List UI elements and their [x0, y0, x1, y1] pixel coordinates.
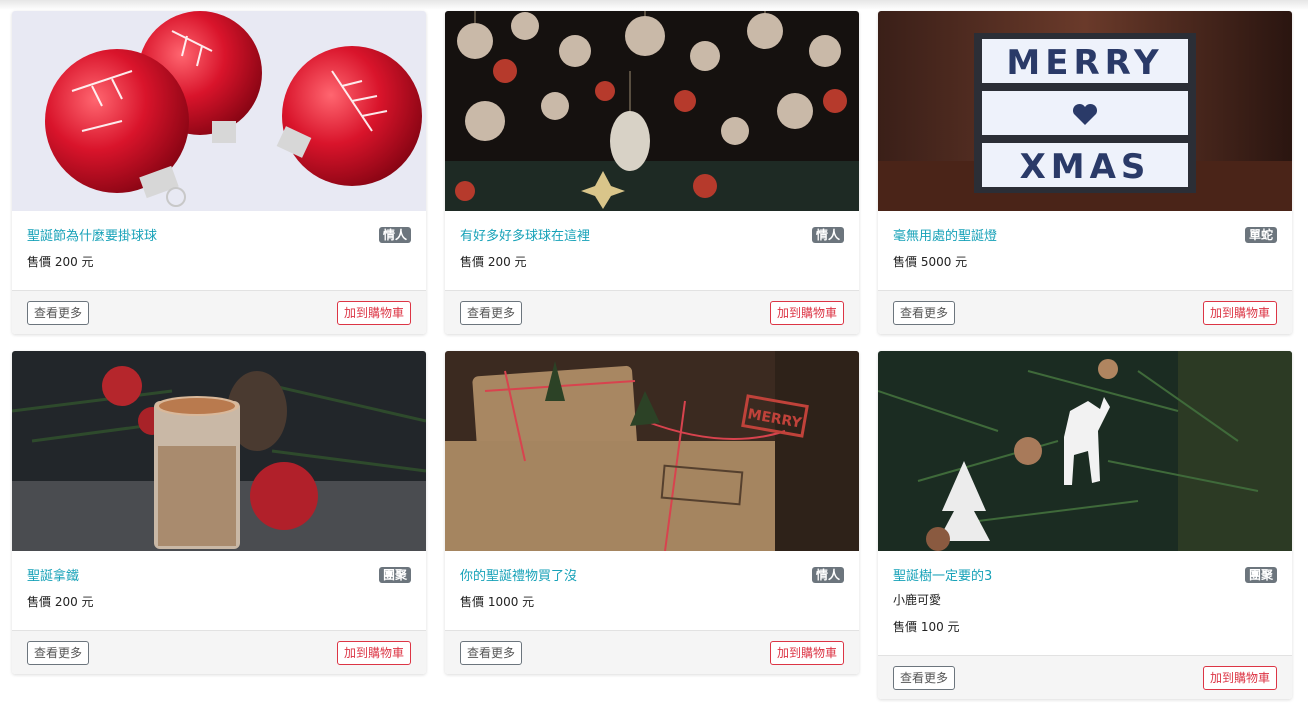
- product-title-link[interactable]: 你的聖誕禮物買了沒: [460, 569, 577, 584]
- product-title-link[interactable]: 毫無用處的聖誕燈: [893, 229, 997, 244]
- product-image-christmas-latte[interactable]: [12, 351, 426, 551]
- product-price: 售價 100 元: [893, 620, 960, 634]
- product-card: MERRY 你的聖誕禮物買了沒 情人 售價 1000 元 查看更多 加到購物車: [445, 351, 859, 674]
- lightbox-line-2: XMAS: [1020, 147, 1151, 187]
- view-more-button[interactable]: 查看更多: [27, 301, 90, 325]
- top-shadow: [0, 0, 1308, 10]
- product-description: 小鹿可愛: [893, 593, 942, 607]
- category-badge: 團聚: [1244, 567, 1277, 583]
- product-image-red-ornaments[interactable]: [12, 11, 426, 211]
- product-card: 有好多好多球球在這裡 情人 售價 200 元 查看更多 加到購物車: [445, 11, 859, 334]
- add-to-cart-button[interactable]: 加到購物車: [336, 641, 411, 665]
- card-footer: 查看更多 加到購物車: [445, 630, 859, 674]
- product-title-link[interactable]: 有好多好多球球在這裡: [460, 229, 590, 244]
- card-footer: 查看更多 加到購物車: [12, 290, 426, 334]
- add-to-cart-button[interactable]: 加到購物車: [1202, 301, 1277, 325]
- card-footer: 查看更多 加到購物車: [12, 630, 426, 674]
- product-price: 售價 200 元: [460, 255, 527, 269]
- product-title-link[interactable]: 聖誕拿鐵: [27, 569, 79, 584]
- product-card: 聖誕樹一定要的3 團聚 小鹿可愛 售價 100 元 查看更多 加到購物車: [878, 351, 1292, 699]
- add-to-cart-button[interactable]: 加到購物車: [336, 301, 411, 325]
- product-price: 售價 200 元: [27, 255, 94, 269]
- card-footer: 查看更多 加到購物車: [878, 290, 1292, 334]
- category-badge: 團聚: [378, 567, 411, 583]
- product-title-link[interactable]: 聖誕樹一定要的3: [893, 569, 992, 584]
- product-image-lightbox[interactable]: MERRY XMAS: [878, 11, 1292, 211]
- product-price: 售價 1000 元: [460, 595, 535, 609]
- card-footer: 查看更多 加到購物車: [878, 655, 1292, 699]
- category-badge: 情人: [811, 567, 844, 583]
- product-image-ornament-stall[interactable]: [445, 11, 859, 211]
- product-image-gift-parcel[interactable]: MERRY: [445, 351, 859, 551]
- category-badge: 情人: [811, 227, 844, 243]
- add-to-cart-button[interactable]: 加到購物車: [769, 641, 844, 665]
- product-card: 聖誕節為什麼要掛球球 情人 售價 200 元 查看更多 加到購物車: [12, 11, 426, 334]
- product-title-link[interactable]: 聖誕節為什麼要掛球球: [27, 229, 157, 244]
- product-card: 聖誕拿鐵 團聚 售價 200 元 查看更多 加到購物車: [12, 351, 426, 674]
- view-more-button[interactable]: 查看更多: [460, 301, 523, 325]
- lightbox-line-1: MERRY: [1006, 43, 1163, 83]
- view-more-button[interactable]: 查看更多: [27, 641, 90, 665]
- add-to-cart-button[interactable]: 加到購物車: [1202, 666, 1277, 690]
- view-more-button[interactable]: 查看更多: [460, 641, 523, 665]
- card-footer: 查看更多 加到購物車: [445, 290, 859, 334]
- category-badge: 情人: [378, 227, 411, 243]
- product-image-tree-reindeer[interactable]: [878, 351, 1292, 551]
- product-price: 售價 5000 元: [893, 255, 968, 269]
- product-card: MERRY XMAS 毫無用處的聖誕燈 單蛇 售價 5000 元 查看更多 加到…: [878, 11, 1292, 334]
- category-badge: 單蛇: [1244, 227, 1277, 243]
- add-to-cart-button[interactable]: 加到購物車: [769, 301, 844, 325]
- product-price: 售價 200 元: [27, 595, 94, 609]
- view-more-button[interactable]: 查看更多: [893, 666, 956, 690]
- view-more-button[interactable]: 查看更多: [893, 301, 956, 325]
